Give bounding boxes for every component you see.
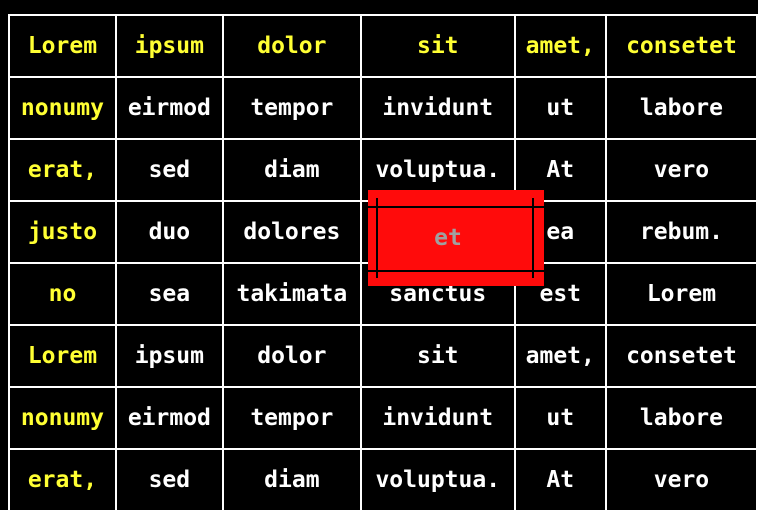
table-cell: voluptua.	[359, 448, 516, 510]
table-cell: ea	[513, 200, 607, 264]
table-cell: duo	[114, 200, 224, 264]
table-cell: erat,	[8, 138, 117, 202]
table-cell: voluptua.	[359, 138, 516, 202]
table-cell: labore	[604, 386, 758, 450]
table-cell: est	[513, 262, 607, 326]
table-cell: sanctus	[359, 262, 516, 326]
table-cell: justo	[8, 200, 117, 264]
table-cell: tempor	[221, 76, 362, 140]
table-cell: sea	[114, 262, 224, 326]
table-cell: dolor	[221, 324, 362, 388]
table-row: Lorem ipsum dolor sit amet, consetet	[8, 324, 758, 388]
table-row: Lorem ipsum dolor sit amet, consetet	[8, 14, 758, 78]
table-cell: Lorem	[8, 324, 117, 388]
table-cell: ipsum	[114, 14, 224, 78]
table-cell: At	[513, 448, 607, 510]
table-cell: no	[8, 262, 117, 326]
table-cell: nonumy	[8, 386, 117, 450]
table-cell: invidunt	[359, 76, 516, 140]
table-cell: takimata	[221, 262, 362, 326]
table-cell: eirmod	[114, 76, 224, 140]
table-cell: vero	[604, 448, 758, 510]
table-cell: sit	[359, 324, 516, 388]
table-row: nonumy eirmod tempor invidunt ut labore	[8, 386, 758, 450]
table-row: nonumy eirmod tempor invidunt ut labore	[8, 76, 758, 140]
table-cell: ut	[513, 386, 607, 450]
table-cell: amet,	[513, 14, 607, 78]
table-cell: diam	[221, 138, 362, 202]
table-cell: eirmod	[114, 386, 224, 450]
table-row: erat, sed diam voluptua. At vero	[8, 138, 758, 202]
table-cell: consetet	[604, 324, 758, 388]
table-cell: rebum.	[604, 200, 758, 264]
table-cell: vero	[604, 138, 758, 202]
table-cell: Lorem	[604, 262, 758, 326]
table-row: erat, sed diam voluptua. At vero	[8, 448, 758, 510]
table-cell: dolores	[221, 200, 362, 264]
table-row: no sea takimata sanctus est Lorem	[8, 262, 758, 326]
table-cell: dolor	[221, 14, 362, 78]
table-cell: ut	[513, 76, 607, 140]
table-cell: consetet	[604, 14, 758, 78]
table-cell: nonumy	[8, 76, 117, 140]
table-cell: Lorem	[8, 14, 117, 78]
table-cell: At	[513, 138, 607, 202]
table-cell: ipsum	[114, 324, 224, 388]
table-cell: labore	[604, 76, 758, 140]
lorem-grid-viewport: Lorem ipsum dolor sit amet, consetet non…	[0, 0, 758, 510]
table-cell: invidunt	[359, 386, 516, 450]
table-cell: diam	[221, 448, 362, 510]
table-cell: sit	[359, 14, 516, 78]
table-cell: erat,	[8, 448, 117, 510]
table-cell: tempor	[221, 386, 362, 450]
highlighted-cell-text: et	[434, 225, 462, 251]
table-cell: sed	[114, 138, 224, 202]
table-cell: amet,	[513, 324, 607, 388]
table-cell: sed	[114, 448, 224, 510]
